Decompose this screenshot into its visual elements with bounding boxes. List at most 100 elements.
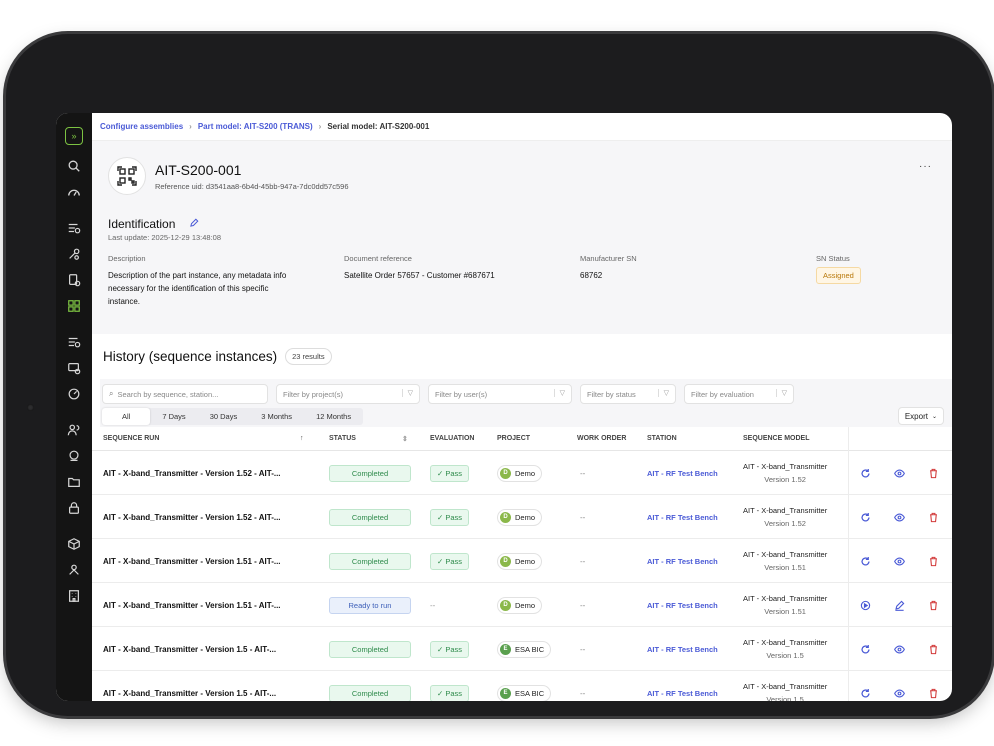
period-12-months[interactable]: 12 Months	[304, 408, 363, 425]
sequence-model-name: AIT - X-band_Transmitter	[743, 506, 828, 515]
documents-icon[interactable]	[65, 271, 83, 289]
rerun-icon[interactable]	[859, 642, 873, 656]
folder-icon[interactable]	[65, 473, 83, 491]
rerun-icon[interactable]	[859, 466, 873, 480]
eye-icon[interactable]	[892, 510, 906, 524]
rerun-icon[interactable]	[859, 510, 873, 524]
breadcrumb: Configure assemblies › Part model: AIT-S…	[92, 113, 952, 141]
row-actions	[848, 451, 950, 495]
export-button[interactable]: Export ⌄	[897, 407, 944, 425]
project-pill: D Demo	[497, 552, 543, 570]
deployment-icon[interactable]	[65, 447, 83, 465]
analytics-icon[interactable]	[65, 385, 83, 403]
station-link[interactable]: AIT - RF Test Bench	[647, 539, 718, 583]
sequence-run-name[interactable]: AIT - X-band_Transmitter - Version 1.5 -…	[103, 627, 276, 671]
table-row[interactable]: AIT - X-band_Transmitter - Version 1.5 -…	[92, 627, 952, 671]
sidebar: »	[56, 113, 92, 701]
search-input[interactable]: ⌕ Search by sequence, station...	[102, 384, 268, 404]
chevron-down-icon: ▽	[657, 389, 669, 397]
station-link[interactable]: AIT - RF Test Bench	[647, 495, 718, 539]
sn-status-badge: Assigned	[816, 267, 861, 284]
period-30-days[interactable]: 30 Days	[198, 408, 250, 425]
period-7-days[interactable]: 7 Days	[150, 408, 197, 425]
document-reference-value: Satellite Order 57657 - Customer #687671	[344, 271, 495, 280]
breadcrumb-serial-model: Serial model: AIT-S200-001	[327, 122, 430, 131]
integrations-icon[interactable]	[65, 561, 83, 579]
edit-icon[interactable]	[892, 598, 906, 612]
eye-icon[interactable]	[892, 554, 906, 568]
eye-icon[interactable]	[892, 686, 906, 700]
sequence-run-name[interactable]: AIT - X-band_Transmitter - Version 1.52 …	[103, 451, 281, 495]
tools-icon[interactable]	[65, 245, 83, 263]
sequence-run-name[interactable]: AIT - X-band_Transmitter - Version 1.52 …	[103, 495, 281, 539]
package-icon[interactable]	[65, 535, 83, 553]
period-all[interactable]: All	[102, 408, 151, 425]
eye-icon[interactable]	[892, 466, 906, 480]
evaluation-badge: ✓ Pass	[430, 684, 470, 701]
rerun-icon[interactable]	[859, 686, 873, 700]
sequence-model-version: Version 1.5	[766, 695, 804, 701]
runs-list-icon[interactable]	[65, 333, 83, 351]
project-filter[interactable]: Filter by project(s) ▽	[276, 384, 420, 404]
col-status[interactable]: STATUS	[329, 435, 356, 442]
trash-icon[interactable]	[926, 686, 940, 700]
station-link[interactable]: AIT - RF Test Bench	[647, 451, 718, 495]
col-sequence-model: SEQUENCE MODEL	[743, 435, 810, 442]
trash-icon[interactable]	[926, 642, 940, 656]
serial-detail-panel: AIT-S200-001 Reference uid: d3541aa8-6b4…	[92, 141, 952, 334]
table-row[interactable]: AIT - X-band_Transmitter - Version 1.5 -…	[92, 671, 952, 701]
filters-bar: ⌕ Search by sequence, station... Filter …	[100, 379, 952, 427]
trash-icon[interactable]	[926, 554, 940, 568]
evaluation-filter[interactable]: Filter by evaluation ▽	[684, 384, 794, 404]
period-3-months[interactable]: 3 Months	[249, 408, 304, 425]
rerun-icon[interactable]	[859, 554, 873, 568]
col-work-order: WORK ORDER	[577, 435, 627, 442]
stations-icon[interactable]	[65, 359, 83, 377]
sequence-model-name: AIT - X-band_Transmitter	[743, 550, 828, 559]
row-actions	[848, 627, 950, 671]
evaluation-filter-label: Filter by evaluation	[691, 389, 754, 399]
breadcrumb-separator: ›	[189, 122, 192, 131]
manufacturer-sn-label: Manufacturer SN	[580, 254, 637, 263]
period-selector: All 7 Days 30 Days 3 Months 12 Months	[102, 408, 364, 425]
description-line: instance.	[108, 297, 141, 306]
eye-icon[interactable]	[892, 642, 906, 656]
dashboard-gauge-icon[interactable]	[65, 183, 83, 201]
row-actions	[848, 495, 950, 539]
station-link[interactable]: AIT - RF Test Bench	[647, 627, 718, 671]
trash-icon[interactable]	[926, 598, 940, 612]
station-link[interactable]: AIT - RF Test Bench	[647, 583, 718, 627]
station-link[interactable]: AIT - RF Test Bench	[647, 671, 718, 701]
status-filter[interactable]: Filter by status ▽	[580, 384, 676, 404]
run-play-icon[interactable]	[859, 598, 873, 612]
sort-icon[interactable]: ⇕	[402, 435, 408, 443]
table-body: AIT - X-band_Transmitter - Version 1.52 …	[92, 451, 952, 701]
sort-icon[interactable]: ↑	[300, 435, 304, 442]
breadcrumb-configure-assemblies[interactable]: Configure assemblies	[100, 122, 183, 131]
identification-heading: Identification	[108, 217, 176, 231]
sequence-run-name[interactable]: AIT - X-band_Transmitter - Version 1.51 …	[103, 583, 281, 627]
expand-sidebar-icon[interactable]: »	[65, 127, 83, 145]
project-name: ESA BIC	[515, 644, 545, 654]
edit-pencil-icon[interactable]	[189, 218, 199, 231]
trash-icon[interactable]	[926, 510, 940, 524]
user-filter[interactable]: Filter by user(s) ▽	[428, 384, 572, 404]
table-row[interactable]: AIT - X-band_Transmitter - Version 1.52 …	[92, 495, 952, 539]
table-row[interactable]: AIT - X-band_Transmitter - Version 1.52 …	[92, 451, 952, 495]
sequence-run-name[interactable]: AIT - X-band_Transmitter - Version 1.51 …	[103, 539, 281, 583]
lock-icon[interactable]	[65, 499, 83, 517]
col-sequence-run[interactable]: SEQUENCE RUN	[103, 435, 159, 442]
users-icon[interactable]	[65, 421, 83, 439]
assemblies-grid-icon[interactable]	[65, 297, 83, 315]
search-icon[interactable]	[65, 157, 83, 175]
table-row[interactable]: AIT - X-band_Transmitter - Version 1.51 …	[92, 539, 952, 583]
breadcrumb-part-model[interactable]: Part model: AIT-S200 (TRANS)	[198, 122, 313, 131]
table-row[interactable]: AIT - X-band_Transmitter - Version 1.51 …	[92, 583, 952, 627]
sequences-icon[interactable]	[65, 219, 83, 237]
more-options-icon[interactable]: ···	[919, 161, 932, 172]
trash-icon[interactable]	[926, 466, 940, 480]
sequence-run-name[interactable]: AIT - X-band_Transmitter - Version 1.5 -…	[103, 671, 276, 701]
project-avatar: E	[500, 643, 511, 655]
building-icon[interactable]	[65, 587, 83, 605]
history-title: History (sequence instances)	[103, 349, 278, 364]
